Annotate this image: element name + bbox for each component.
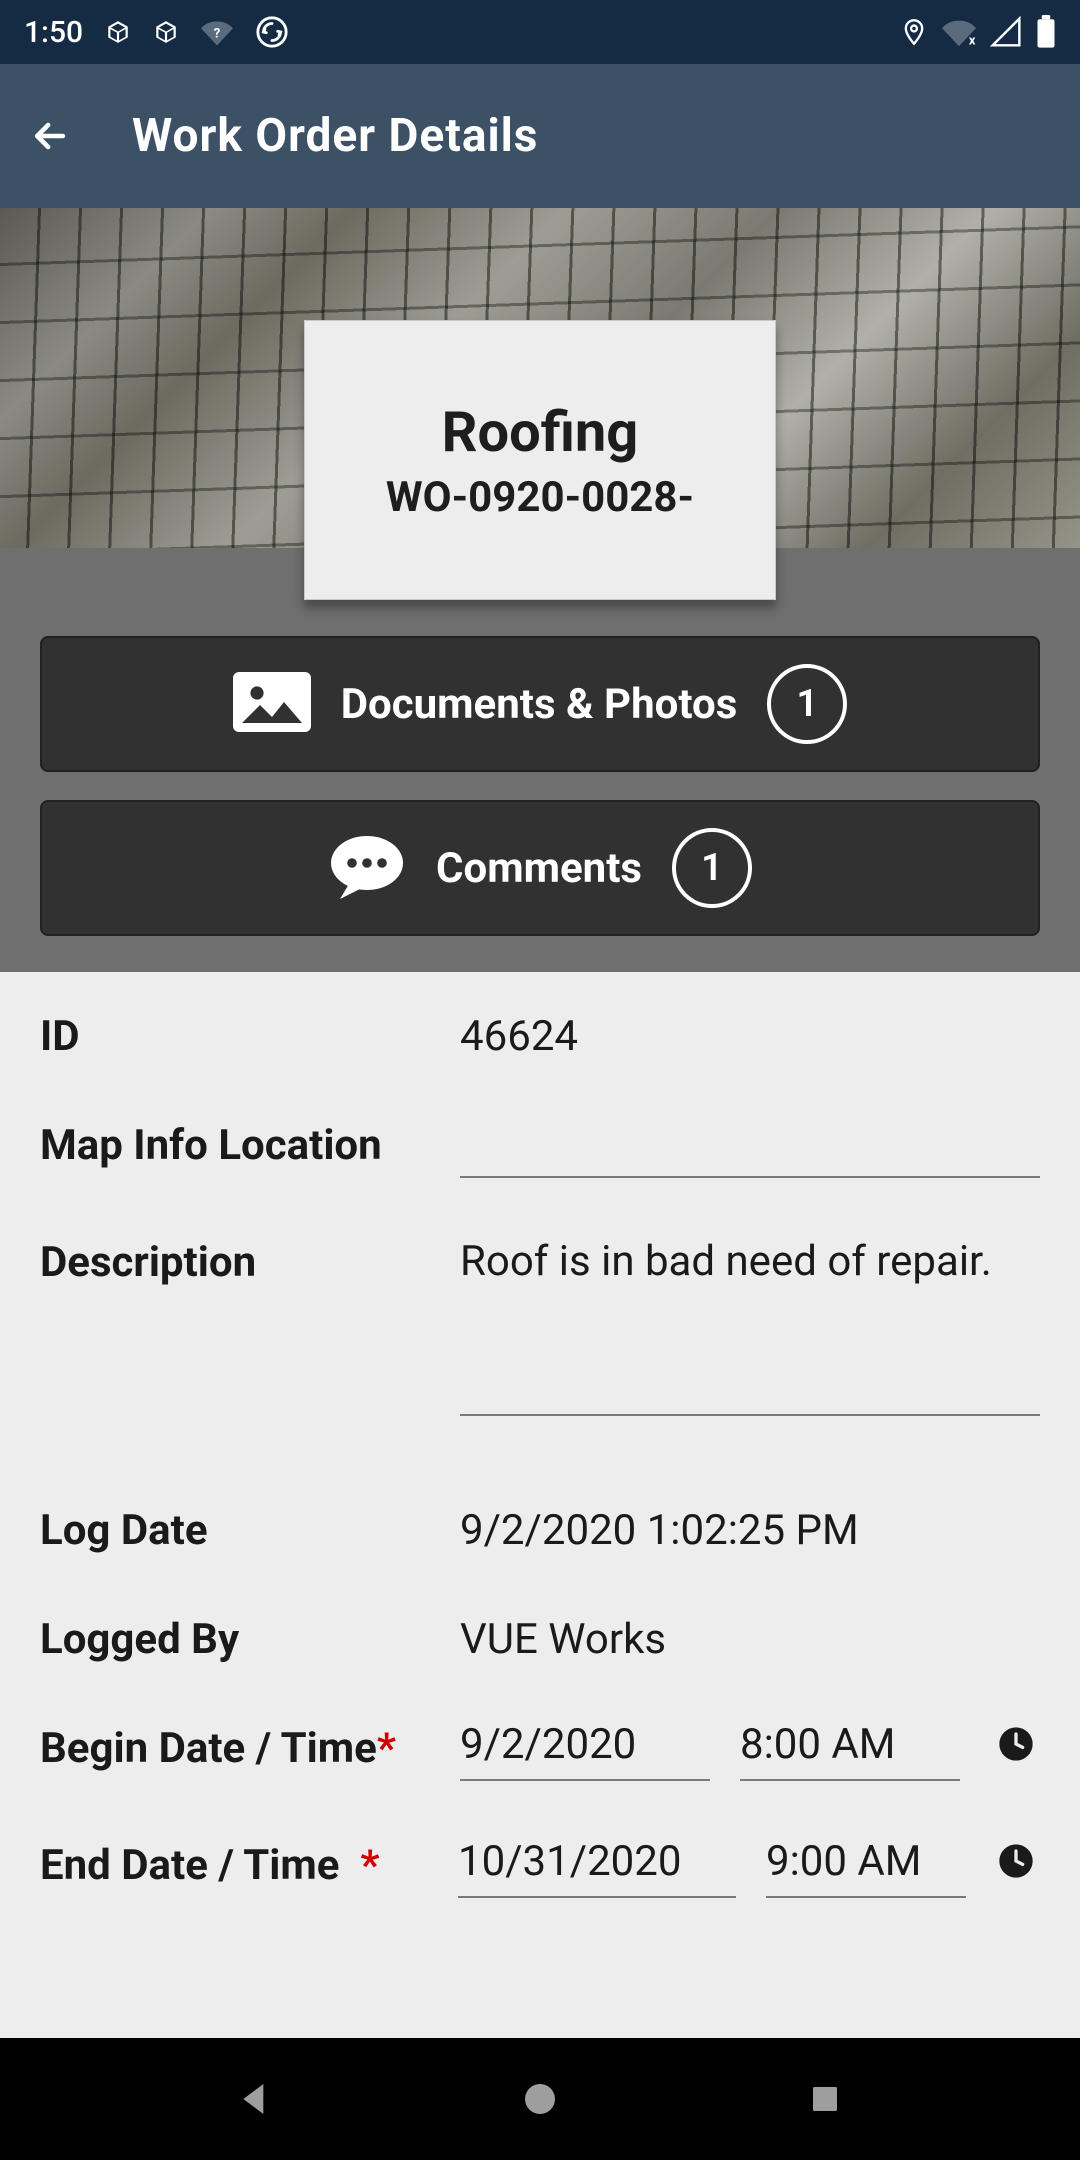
- id-label: ID: [40, 1008, 460, 1061]
- log-date-row: Log Date 9/2/2020 1:02:25 PM: [40, 1502, 1040, 1555]
- page-title: Work Order Details: [132, 109, 538, 163]
- map-loc-row: Map Info Location: [40, 1117, 1040, 1178]
- log-date-value: 9/2/2020 1:02:25 PM: [460, 1502, 1040, 1555]
- end-date-input[interactable]: [458, 1837, 736, 1898]
- photo-icon: [233, 672, 311, 736]
- hero-image: Roofing WO-0920-0028-: [0, 208, 1080, 548]
- begin-row: Begin Date / Time*: [40, 1720, 1040, 1781]
- wifi-question-icon: ?: [201, 18, 233, 46]
- log-date-label: Log Date: [40, 1502, 460, 1555]
- package-icon: [105, 19, 131, 45]
- action-strip: Documents & Photos 1 Comments 1: [0, 548, 1080, 972]
- wifi-off-icon: x: [942, 17, 976, 47]
- begin-time-input[interactable]: [740, 1720, 960, 1781]
- status-bar: 1:50 ? x: [0, 0, 1080, 64]
- end-time-input[interactable]: [766, 1837, 966, 1898]
- id-value: 46624: [460, 1008, 1040, 1061]
- app-bar: Work Order Details: [0, 64, 1080, 208]
- end-clock-button[interactable]: [996, 1841, 1040, 1885]
- nav-back-button[interactable]: [225, 2069, 285, 2129]
- description-input[interactable]: [460, 1234, 1040, 1416]
- end-row: End Date / Time *: [40, 1837, 1040, 1898]
- logged-by-row: Logged By VUE Works: [40, 1611, 1040, 1664]
- battery-icon: [1036, 15, 1056, 49]
- svg-text:?: ?: [214, 26, 221, 41]
- comments-count-badge: 1: [672, 828, 752, 908]
- status-time: 1:50: [24, 15, 83, 50]
- map-loc-input[interactable]: [460, 1117, 1040, 1178]
- comments-button[interactable]: Comments 1: [40, 800, 1040, 936]
- work-order-number: WO-0920-0028-: [386, 473, 694, 522]
- nav-home-button[interactable]: [510, 2069, 570, 2129]
- description-label: Description: [40, 1234, 460, 1287]
- documents-count-badge: 1: [767, 664, 847, 744]
- work-order-category: Roofing: [442, 399, 639, 465]
- cell-signal-icon: [990, 16, 1022, 48]
- begin-date-input[interactable]: [460, 1720, 710, 1781]
- comment-icon: [328, 833, 406, 903]
- description-row: Description: [40, 1234, 1040, 1416]
- system-nav-bar: [0, 2038, 1080, 2160]
- details-form: ID 46624 Map Info Location Description L…: [0, 972, 1080, 2038]
- logged-by-label: Logged By: [40, 1611, 460, 1664]
- nav-recent-button[interactable]: [795, 2069, 855, 2129]
- package-icon: [153, 19, 179, 45]
- begin-label: Begin Date / Time*: [40, 1720, 460, 1773]
- location-icon: [900, 15, 928, 49]
- logged-by-value: VUE Works: [460, 1611, 1040, 1664]
- comments-label: Comments: [436, 844, 642, 893]
- data-sync-icon: [255, 15, 289, 49]
- begin-clock-button[interactable]: [996, 1724, 1040, 1768]
- map-loc-label: Map Info Location: [40, 1117, 460, 1170]
- end-label: End Date / Time *: [40, 1837, 458, 1890]
- documents-photos-button[interactable]: Documents & Photos 1: [40, 636, 1040, 772]
- hero-card: Roofing WO-0920-0028-: [304, 320, 776, 600]
- back-button[interactable]: [28, 114, 72, 158]
- id-row: ID 46624: [40, 1008, 1040, 1061]
- documents-photos-label: Documents & Photos: [341, 680, 738, 729]
- svg-text:x: x: [969, 34, 976, 47]
